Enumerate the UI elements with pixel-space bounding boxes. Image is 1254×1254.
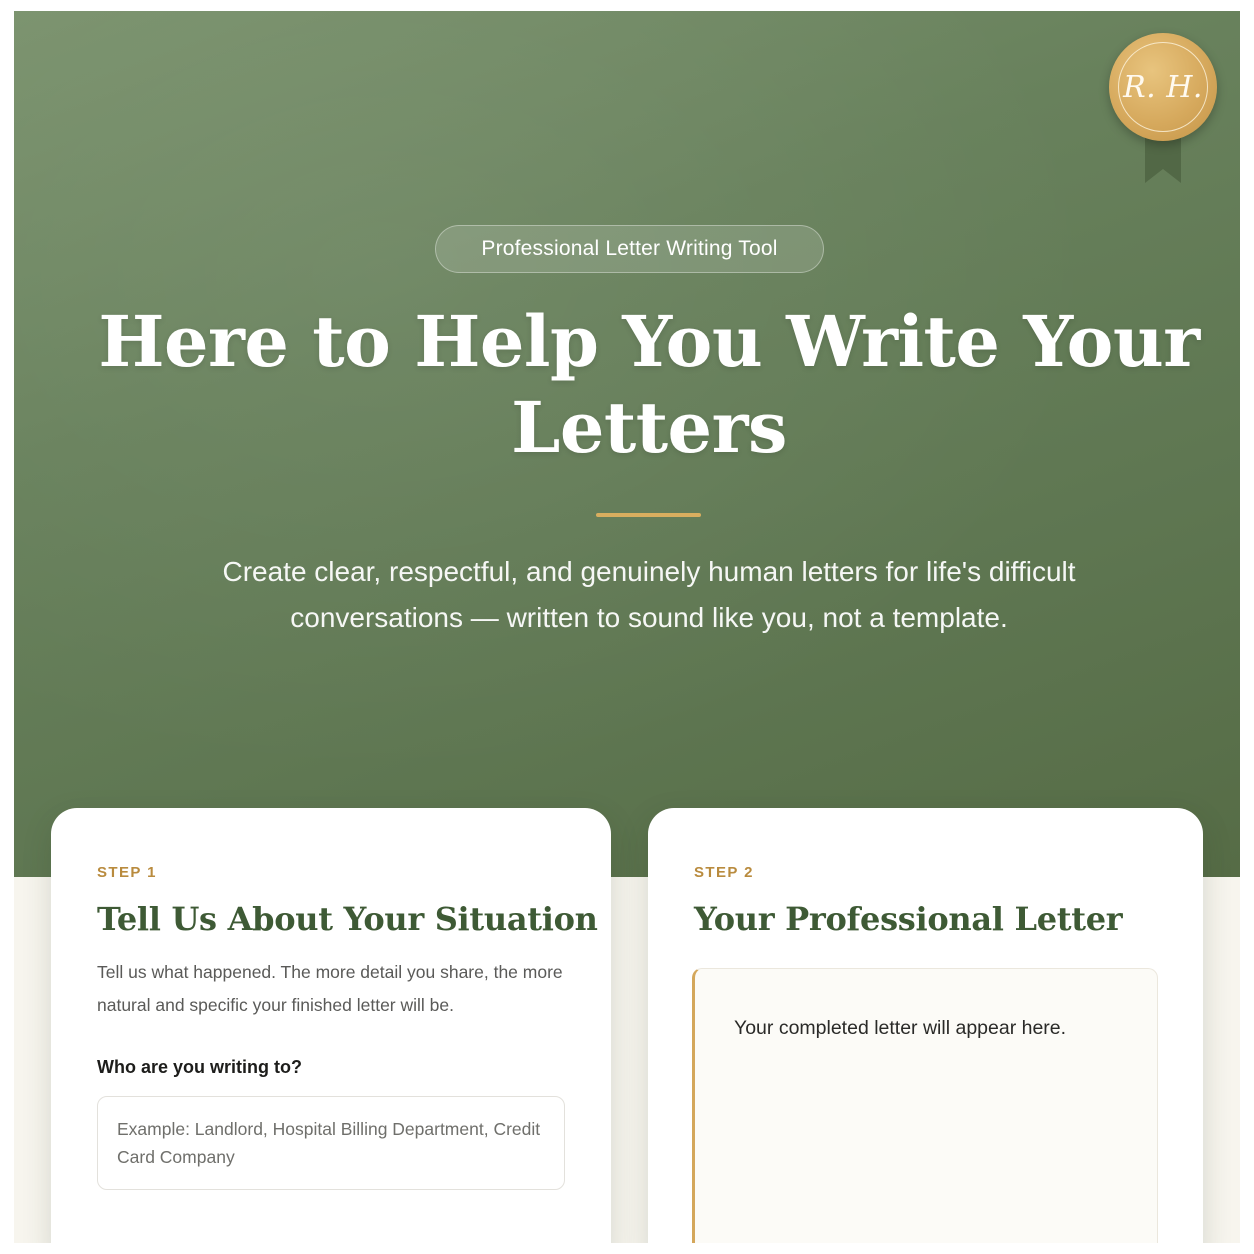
recipient-label: Who are you writing to?: [97, 1057, 302, 1077]
letter-title: Your Professional Letter: [694, 900, 1123, 938]
tool-badge: Professional Letter Writing Tool: [435, 225, 824, 273]
page-frame: R. H. Professional Letter Writing Tool H…: [14, 11, 1240, 1243]
situation-card: STEP 1 Tell Us About Your Situation Tell…: [51, 808, 611, 1243]
letter-output[interactable]: Your completed letter will appear here.: [692, 968, 1158, 1243]
step-1-label: STEP 1: [97, 864, 157, 881]
situation-title: Tell Us About Your Situation: [97, 900, 598, 938]
title-divider: [596, 513, 701, 517]
seal-badge: R. H.: [1109, 33, 1217, 183]
page-subtitle: Create clear, respectful, and genuinely …: [222, 556, 1076, 633]
letter-placeholder-text: Your completed letter will appear here.: [734, 1017, 1067, 1039]
hero-section: R. H. Professional Letter Writing Tool H…: [14, 11, 1240, 877]
recipient-input[interactable]: [97, 1096, 565, 1190]
seal-initials: R. H.: [1123, 69, 1203, 105]
step-2-label: STEP 2: [694, 864, 754, 881]
situation-description: Tell us what happened. The more detail y…: [97, 962, 563, 1015]
letter-card: STEP 2 Your Professional Letter Your com…: [648, 808, 1203, 1243]
page-title: Here to Help You Write Your Letters: [98, 300, 1200, 469]
